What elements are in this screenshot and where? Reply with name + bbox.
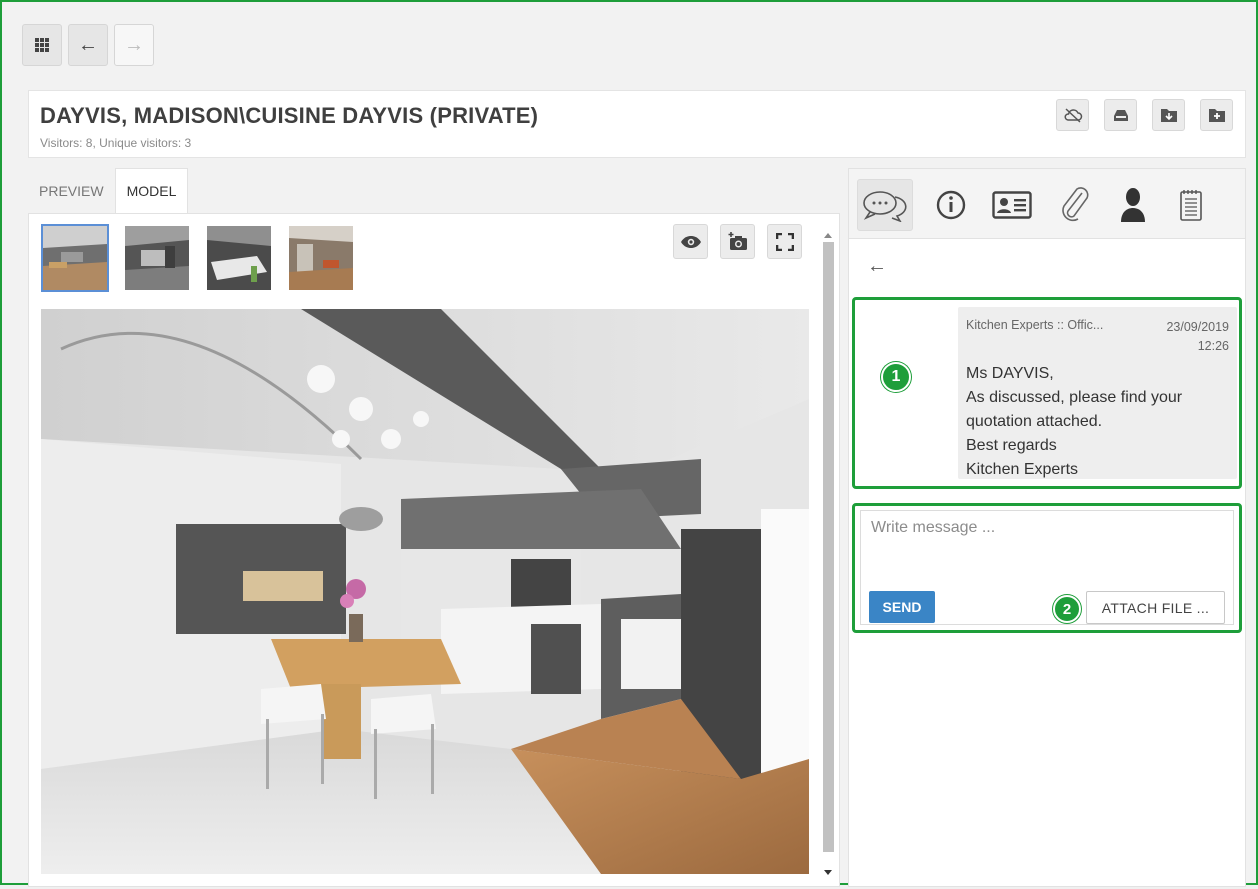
back-to-threads-button[interactable]: ←	[867, 255, 887, 278]
page-title: DAYVIS, MADISON\CUISINE DAYVIS (PRIVATE)	[40, 103, 539, 128]
attachments-tab[interactable]	[1047, 179, 1103, 231]
inbox-button[interactable]	[1104, 99, 1137, 131]
message-line: Ms DAYVIS,	[966, 365, 1054, 382]
tab-preview[interactable]: PREVIEW	[28, 168, 115, 213]
download-folder-icon	[1160, 109, 1177, 122]
inbox-icon	[1113, 110, 1128, 121]
message-bubble: Kitchen Experts :: Offic... 23/09/2019 1…	[958, 307, 1237, 479]
message-line: Best regards	[966, 437, 1057, 454]
annotation-badge-1: 1	[881, 362, 911, 392]
attach-file-button[interactable]: ATTACH FILE ...	[1086, 591, 1225, 624]
add-folder-icon	[1208, 109, 1225, 122]
message-timestamp: 23/09/2019 12:26	[1166, 318, 1229, 356]
visitor-stats: Visitors: 8, Unique visitors: 3	[40, 136, 192, 150]
camera-add-icon	[728, 231, 747, 250]
message-date: 23/09/2019	[1166, 320, 1229, 334]
apps-grid-button[interactable]	[22, 24, 62, 66]
top-nav: ← →	[22, 24, 154, 66]
person-icon	[1121, 188, 1145, 222]
snapshot-button[interactable]	[720, 224, 755, 259]
person-tab[interactable]	[1105, 179, 1161, 231]
chat-bubble-icon	[863, 191, 907, 222]
message-highlight: 1 Kitchen Experts :: Offic... 23/09/2019…	[852, 297, 1242, 489]
message-time: 12:26	[1197, 339, 1229, 353]
view-mode-button[interactable]	[673, 224, 708, 259]
notes-tab[interactable]	[1163, 179, 1219, 231]
project-header: DAYVIS, MADISON\CUISINE DAYVIS (PRIVATE)…	[28, 90, 1246, 158]
tab-model[interactable]: MODEL	[114, 168, 189, 213]
arrow-right-icon: →	[124, 33, 144, 56]
annotation-badge-2: 2	[1053, 595, 1081, 623]
message-sender: Kitchen Experts :: Offic...	[966, 318, 1104, 332]
notepad-icon	[1180, 190, 1202, 221]
message-compose-field[interactable]: Write message ... SEND 2 ATTACH FILE ...	[860, 510, 1234, 625]
app-frame: ← → DAYVIS, MADISON\CUISINE DAYVIS (PRIV…	[0, 0, 1258, 887]
viewer-tools	[673, 224, 802, 259]
add-folder-button[interactable]	[1200, 99, 1233, 131]
panel-icon-bar	[849, 169, 1245, 239]
forward-button[interactable]: →	[114, 24, 154, 66]
send-button[interactable]: SEND	[869, 591, 935, 623]
fullscreen-icon	[775, 232, 794, 251]
cloud-off-icon	[1064, 108, 1082, 123]
viewer-body	[28, 213, 840, 887]
message-panel: ← 1 Kitchen Experts :: Offic... 23/09/20…	[848, 168, 1246, 887]
thumbnail-2[interactable]	[123, 224, 191, 292]
cloud-off-button[interactable]	[1056, 99, 1089, 131]
header-actions	[1056, 99, 1233, 131]
message-line: Kitchen Experts	[966, 461, 1079, 478]
thumbnail-3[interactable]	[205, 224, 273, 292]
info-tab[interactable]	[923, 179, 979, 231]
message-line: quotation attached.	[966, 413, 1103, 430]
fullscreen-button[interactable]	[767, 224, 802, 259]
arrow-left-icon: ←	[78, 33, 98, 56]
thumbnail-strip	[41, 224, 355, 292]
eye-icon	[680, 235, 701, 248]
download-folder-button[interactable]	[1152, 99, 1185, 131]
kitchen-render-image	[41, 309, 809, 874]
message-line: As discussed, please find your	[966, 389, 1183, 406]
messages-tab[interactable]	[857, 179, 913, 231]
viewer-scrollbar[interactable]	[819, 224, 837, 884]
viewer-panel: PREVIEW MODEL	[28, 168, 840, 887]
viewer-tabs: PREVIEW MODEL	[28, 168, 189, 213]
message-body: Ms DAYVIS, As discussed, please find you…	[966, 362, 1182, 482]
apps-grid-icon	[35, 38, 49, 52]
thumbnail-4[interactable]	[287, 224, 355, 292]
contact-tab[interactable]	[984, 179, 1040, 231]
thumbnail-1[interactable]	[41, 224, 109, 292]
message-placeholder: Write message ...	[871, 519, 996, 536]
contact-card-icon	[992, 191, 1032, 219]
arrow-left-icon: ←	[867, 255, 887, 277]
paperclip-icon	[1062, 187, 1089, 222]
compose-highlight: Write message ... SEND 2 ATTACH FILE ...	[852, 503, 1242, 633]
scrollbar-thumb[interactable]	[823, 242, 834, 852]
back-button[interactable]: ←	[68, 24, 108, 66]
info-icon	[936, 190, 966, 220]
